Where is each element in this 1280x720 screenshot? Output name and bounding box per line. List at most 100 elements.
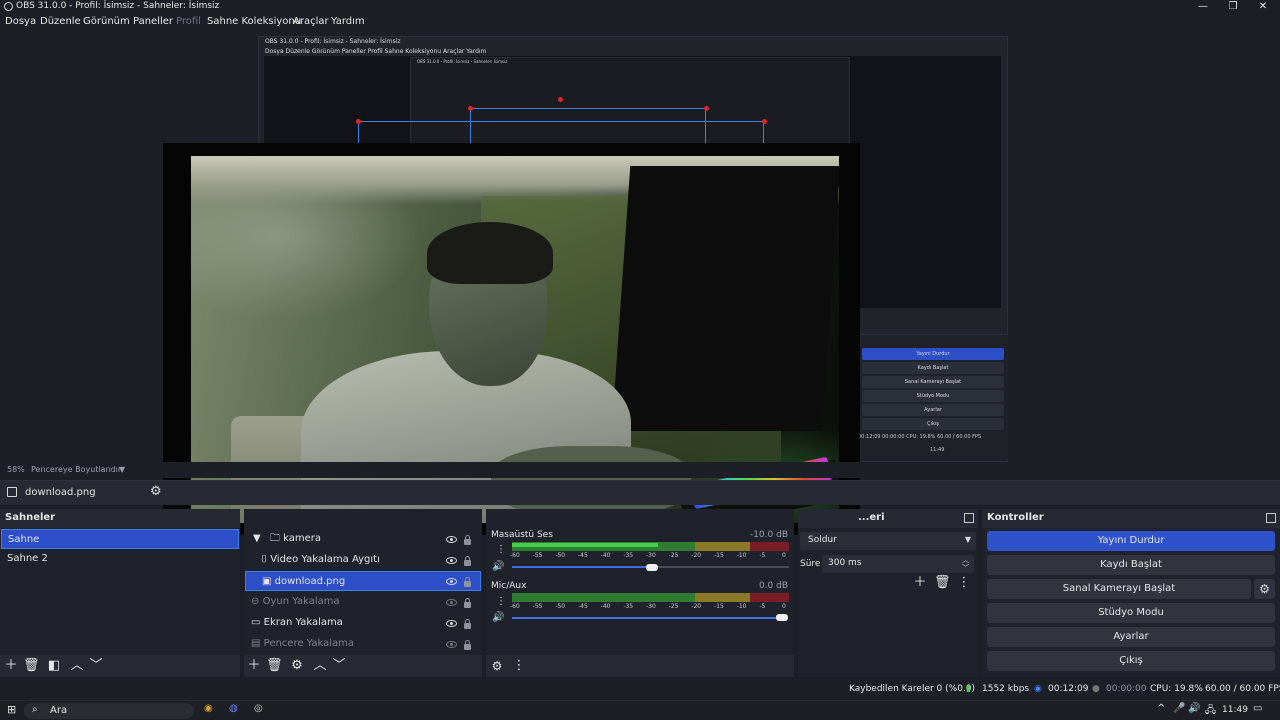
duration-spinbox[interactable]: 300 ms ︿ ﹀	[822, 555, 974, 573]
lock-icon[interactable]	[464, 577, 471, 587]
meter-tick-label: -60	[510, 603, 520, 610]
search-placeholder: Ara	[50, 705, 68, 716]
chevron-down-icon[interactable]: ﹀	[962, 563, 969, 573]
visibility-eye-icon[interactable]	[446, 578, 457, 585]
transitions-dock: ...eri Soldur ▼ Süre 300 ms ︿ ﹀ ＋ 🗑 ⋮	[798, 509, 978, 677]
network-icon[interactable]: 🖧	[1205, 703, 1216, 720]
mixer-toolbar: ⚙ ⋮	[486, 655, 794, 677]
notification-icon[interactable]: ▭	[1253, 703, 1262, 714]
lock-icon[interactable]	[464, 556, 471, 566]
resize-handle[interactable]	[558, 97, 563, 102]
move-down-button[interactable]: ﹀	[331, 658, 347, 674]
move-up-button[interactable]: ︿	[312, 658, 328, 674]
trash-icon[interactable]: 🗑	[23, 658, 40, 674]
minimize-button[interactable]: —	[1192, 0, 1214, 14]
studio-mode-button[interactable]: Stüdyo Modu	[987, 603, 1275, 623]
bitrate: 1552 kbps	[982, 684, 1030, 694]
volume-slider-rest[interactable]	[652, 566, 789, 568]
lock-icon[interactable]	[464, 535, 471, 545]
meter-tick-label: -45	[578, 552, 588, 559]
meter-tick-label: 0	[782, 552, 786, 559]
folder-icon: 🗀	[269, 533, 280, 544]
move-down-button[interactable]: ﹀	[88, 658, 104, 674]
volume-slider-knob[interactable]	[646, 564, 658, 571]
close-button[interactable]: ✕	[1252, 0, 1274, 14]
volume-icon[interactable]: 🔊	[1188, 703, 1200, 714]
kebab-menu-icon[interactable]: ⋮	[496, 596, 506, 607]
zoom-percent: 58%	[7, 465, 25, 474]
visibility-eye-icon[interactable]	[446, 557, 457, 564]
lock-icon[interactable]	[464, 598, 471, 608]
lock-icon[interactable]	[464, 619, 471, 629]
popout-icon[interactable]	[1266, 513, 1276, 523]
add-source-button[interactable]: ＋	[246, 658, 262, 674]
filter-icon[interactable]: ◧	[46, 658, 62, 674]
popout-icon[interactable]	[964, 513, 974, 523]
settings-button[interactable]: Ayarlar	[987, 627, 1275, 647]
chevron-up-icon[interactable]: ^	[1157, 703, 1165, 714]
kebab-menu-icon[interactable]: ⋮	[956, 575, 972, 591]
chrome-icon[interactable]: ◉	[204, 703, 213, 714]
volume-slider-track[interactable]	[512, 617, 782, 619]
taskbar-clock: 11:49	[1222, 705, 1248, 715]
trash-icon[interactable]: 🗑	[934, 575, 951, 591]
advanced-audio-gear-icon[interactable]: ⚙	[489, 658, 505, 674]
zoom-mode-dropdown[interactable]: Pencereye Boyutlandır	[31, 465, 121, 474]
resize-handle[interactable]	[704, 106, 709, 111]
menu-paneller[interactable]: Paneller	[133, 16, 173, 27]
cpu-usage: CPU: 19.8%	[1150, 684, 1203, 694]
gear-icon[interactable]: ⚙	[150, 484, 162, 499]
taskbar-search[interactable]: ⌕ Ara	[24, 703, 194, 719]
speaker-icon[interactable]: 🔊	[492, 612, 504, 623]
obs-taskbar-icon[interactable]: ◎	[254, 703, 263, 714]
maximize-button[interactable]: ❐	[1222, 0, 1244, 14]
image-icon	[7, 487, 17, 497]
transition-select[interactable]: Soldur ▼	[800, 532, 976, 550]
meter-tick-label: -20	[691, 603, 702, 610]
lock-icon[interactable]	[464, 640, 471, 650]
resize-handle[interactable]	[468, 106, 473, 111]
kebab-menu-icon[interactable]: ⋮	[511, 658, 527, 674]
move-up-button[interactable]: ︿	[69, 658, 85, 674]
chevron-down-icon[interactable]: ▼	[119, 465, 125, 474]
exit-button[interactable]: Çıkış	[987, 651, 1275, 671]
record-time: 00:00:00	[1106, 684, 1147, 694]
menu-dosya[interactable]: Dosya	[5, 16, 36, 27]
expand-arrow-icon[interactable]: ▼	[253, 533, 261, 544]
scene-item[interactable]: Sahne 2	[1, 549, 239, 569]
scene-item[interactable]: Sahne	[1, 529, 239, 549]
gamepad-icon: ⊖	[251, 596, 260, 607]
start-recording-button[interactable]: Kaydı Başlat	[987, 555, 1275, 575]
virtual-camera-gear-icon[interactable]: ⚙	[1254, 579, 1275, 599]
windows-start-icon[interactable]: ⊞	[7, 703, 16, 716]
window-title: OBS 31.0.0 - Profil: İsimsiz - Sahneler:…	[16, 1, 220, 11]
visibility-eye-icon[interactable]	[446, 620, 457, 627]
visibility-eye-icon[interactable]	[446, 536, 457, 543]
transitions-title: ...eri	[858, 512, 885, 523]
source-label: Oyun Yakalama	[262, 596, 340, 607]
add-transition-button[interactable]: ＋	[912, 575, 928, 591]
gear-icon[interactable]: ⚙	[289, 658, 305, 674]
resize-handle[interactable]	[762, 119, 767, 124]
hidden-eye-icon[interactable]	[446, 641, 457, 648]
menu-araclar[interactable]: Araçlar	[293, 16, 329, 27]
start-virtual-camera-button[interactable]: Sanal Kamerayı Başlat	[987, 579, 1251, 599]
stop-streaming-button[interactable]: Yayını Durdur	[987, 531, 1275, 551]
menu-duzenle[interactable]: Düzenle	[40, 16, 81, 27]
menu-yardim[interactable]: Yardım	[331, 16, 365, 27]
trash-icon[interactable]: 🗑	[266, 658, 283, 674]
volume-slider-track[interactable]	[512, 566, 652, 568]
discord-icon[interactable]: ◍	[229, 703, 238, 714]
microphone-icon[interactable]: 🎤	[1173, 703, 1185, 714]
nested-control-button: Çıkış	[862, 418, 1004, 430]
resize-handle[interactable]	[356, 119, 361, 124]
volume-slider-knob[interactable]	[776, 614, 788, 621]
kebab-menu-icon[interactable]: ⋮	[496, 544, 506, 555]
hidden-eye-icon[interactable]	[446, 599, 457, 606]
add-scene-button[interactable]: ＋	[3, 658, 19, 674]
menu-profil[interactable]: Profil	[176, 16, 201, 27]
menu-sahne-koleksiyonu[interactable]: Sahne Koleksiyonu	[207, 16, 301, 27]
speaker-icon[interactable]: 🔊	[492, 561, 504, 572]
menu-gorunum[interactable]: Görünüm	[83, 16, 130, 27]
selected-source-label: download.png	[25, 487, 96, 498]
